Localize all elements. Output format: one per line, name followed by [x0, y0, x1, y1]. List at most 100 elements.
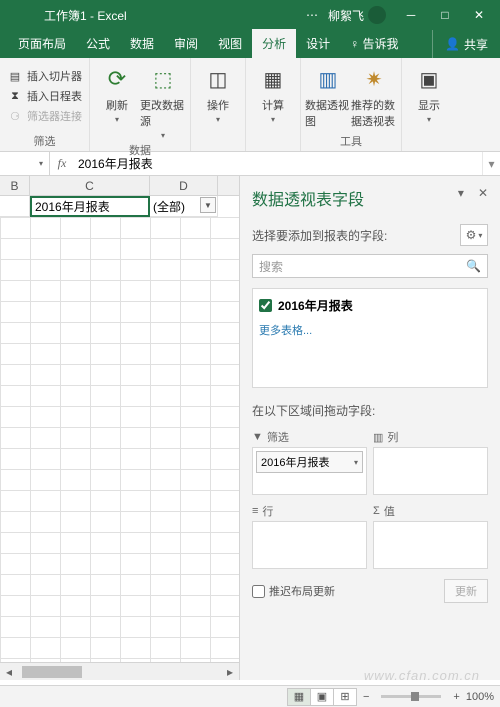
filter-conn-icon: ⚆	[7, 108, 23, 124]
panel-close-icon[interactable]: ✕	[478, 186, 488, 200]
zone-rows: ≡行	[252, 501, 367, 569]
scroll-right-icon[interactable]: ▸	[221, 665, 239, 679]
group-data: ⟳刷新▾ ⬚更改数据源▾ 数据	[90, 58, 191, 151]
zone-values: Σ值	[373, 501, 488, 569]
cell-C1[interactable]: 2016年月报表	[30, 196, 150, 217]
pivot-chart-icon: ▥	[312, 63, 344, 95]
field-search-input[interactable]: 搜索 🔍	[252, 254, 488, 278]
filter-connections-button[interactable]: ⚆筛选器连接	[4, 106, 85, 126]
datasource-icon: ⬚	[147, 63, 179, 95]
status-bar: ▦ ▣ ⊞ − + 100%	[0, 685, 500, 707]
field-item[interactable]: 2016年月报表	[259, 295, 481, 316]
user-account[interactable]: 柳絮飞	[328, 6, 386, 24]
values-icon: Σ	[373, 505, 380, 517]
title-bar: 工作簿1 - Excel ⋯ 柳絮飞 ─ □ ✕	[0, 0, 500, 30]
field-checkbox[interactable]	[259, 299, 272, 312]
normal-view-button[interactable]: ▦	[287, 688, 311, 706]
zone-filter-body[interactable]: 2016年月报表▾	[252, 447, 367, 495]
formula-input[interactable]: 2016年月报表	[74, 155, 482, 172]
document-title: 工作簿1 - Excel	[44, 7, 127, 24]
col-B[interactable]: B	[0, 176, 30, 195]
tab-tell-me[interactable]: ♀ 告诉我	[340, 29, 408, 58]
cell-D1[interactable]: (全部) ▼	[150, 196, 218, 217]
formula-bar: ▾ fx 2016年月报表 ▾	[0, 152, 500, 176]
zoom-out-button[interactable]: −	[363, 691, 369, 703]
zone-rows-body[interactable]	[252, 521, 367, 569]
field-list: 2016年月报表 更多表格...	[252, 288, 488, 388]
filter-chip[interactable]: 2016年月报表▾	[256, 451, 363, 473]
panel-options-icon[interactable]: ▾	[458, 186, 464, 200]
column-headers: B C D	[0, 176, 239, 196]
name-box[interactable]: ▾	[0, 152, 50, 175]
change-source-button[interactable]: ⬚更改数据源▾	[140, 61, 186, 140]
zoom-slider[interactable]	[381, 695, 441, 698]
panel-layout-button[interactable]: ⚙▾	[460, 224, 488, 246]
grid-area[interactable]	[0, 217, 239, 662]
pivot-chart-button[interactable]: ▥数据透视图	[305, 61, 351, 131]
refresh-icon: ⟳	[101, 63, 133, 95]
insert-slicer-button[interactable]: ▤插入切片器	[4, 66, 85, 86]
display-icon: ▣	[413, 63, 445, 95]
formula-expand[interactable]: ▾	[482, 152, 500, 175]
refresh-button[interactable]: ⟳刷新▾	[94, 61, 140, 140]
group-calc: ▦计算▾	[246, 58, 301, 151]
horizontal-scrollbar[interactable]: ◂ ▸	[0, 662, 239, 680]
slicer-icon: ▤	[7, 68, 23, 84]
ribbon-tabs: 页面布局 公式 数据 审阅 视图 分析 设计 ♀ 告诉我 👤共享	[0, 30, 500, 58]
cell-D1-value: (全部)	[153, 198, 185, 215]
more-tables-link[interactable]: 更多表格...	[259, 322, 481, 338]
cell-B1[interactable]	[0, 196, 30, 217]
fx-button[interactable]: fx	[50, 156, 74, 171]
tab-design[interactable]: 设计	[296, 29, 340, 58]
page-layout-view-button[interactable]: ▣	[310, 688, 334, 706]
tab-view[interactable]: 视图	[208, 29, 252, 58]
recommended-pivot-button[interactable]: ✷推荐的数据透视表	[351, 61, 397, 131]
scroll-thumb[interactable]	[22, 666, 82, 678]
filter-icon: ▼	[252, 431, 263, 443]
chevron-down-icon: ▾	[115, 115, 119, 124]
actions-button[interactable]: ◫操作▾	[195, 61, 241, 135]
filter-dropdown-button[interactable]: ▼	[200, 197, 216, 213]
group-label-calc	[250, 135, 296, 151]
col-C[interactable]: C	[30, 176, 150, 195]
group-label-actions	[195, 135, 241, 151]
group-filter: ▤插入切片器 ⧗插入日程表 ⚆筛选器连接 筛选	[0, 58, 90, 151]
defer-layout-checkbox[interactable]: 推迟布局更新	[252, 583, 335, 599]
update-button[interactable]: 更新	[444, 579, 488, 603]
view-buttons: ▦ ▣ ⊞	[288, 688, 357, 706]
zone-columns-body[interactable]	[373, 447, 488, 495]
rows-icon: ≡	[252, 505, 258, 517]
group-actions: ◫操作▾	[191, 58, 246, 151]
worksheet[interactable]: B C D 2016年月报表 (全部) ▼ ◂ ▸	[0, 176, 240, 680]
tab-analyze[interactable]: 分析	[252, 29, 296, 58]
ribbon: ▤插入切片器 ⧗插入日程表 ⚆筛选器连接 筛选 ⟳刷新▾ ⬚更改数据源▾ 数据 …	[0, 58, 500, 152]
calc-button[interactable]: ▦计算▾	[250, 61, 296, 135]
group-label-filter: 筛选	[4, 131, 85, 151]
zone-values-body[interactable]	[373, 521, 488, 569]
timeline-icon: ⧗	[7, 88, 23, 104]
display-button[interactable]: ▣显示▾	[406, 61, 452, 135]
ribbon-options-icon[interactable]: ⋯	[306, 8, 318, 22]
tab-formulas[interactable]: 公式	[76, 29, 120, 58]
insert-timeline-button[interactable]: ⧗插入日程表	[4, 86, 85, 106]
share-icon: 👤	[445, 37, 460, 51]
tab-page-layout[interactable]: 页面布局	[8, 29, 76, 58]
share-button[interactable]: 👤共享	[432, 30, 500, 58]
maximize-button[interactable]: □	[428, 0, 462, 30]
user-name: 柳絮飞	[328, 7, 364, 24]
watermark: www.cfan.com.cn	[364, 668, 480, 683]
tab-review[interactable]: 审阅	[164, 29, 208, 58]
col-D[interactable]: D	[150, 176, 218, 195]
tab-data[interactable]: 数据	[120, 29, 164, 58]
zoom-level[interactable]: 100%	[466, 691, 494, 703]
minimize-button[interactable]: ─	[394, 0, 428, 30]
drag-fields-label: 在以下区域间拖动字段:	[252, 402, 488, 419]
zoom-in-button[interactable]: +	[453, 691, 459, 703]
close-button[interactable]: ✕	[462, 0, 496, 30]
search-placeholder: 搜索	[259, 258, 466, 275]
scroll-left-icon[interactable]: ◂	[0, 665, 18, 679]
avatar	[368, 6, 386, 24]
zone-filter: ▼筛选 2016年月报表▾	[252, 427, 367, 495]
page-break-view-button[interactable]: ⊞	[333, 688, 357, 706]
pivot-field-panel: ▾ ✕ 数据透视表字段 选择要添加到报表的字段: ⚙▾ 搜索 🔍 2016年月报…	[240, 176, 500, 680]
